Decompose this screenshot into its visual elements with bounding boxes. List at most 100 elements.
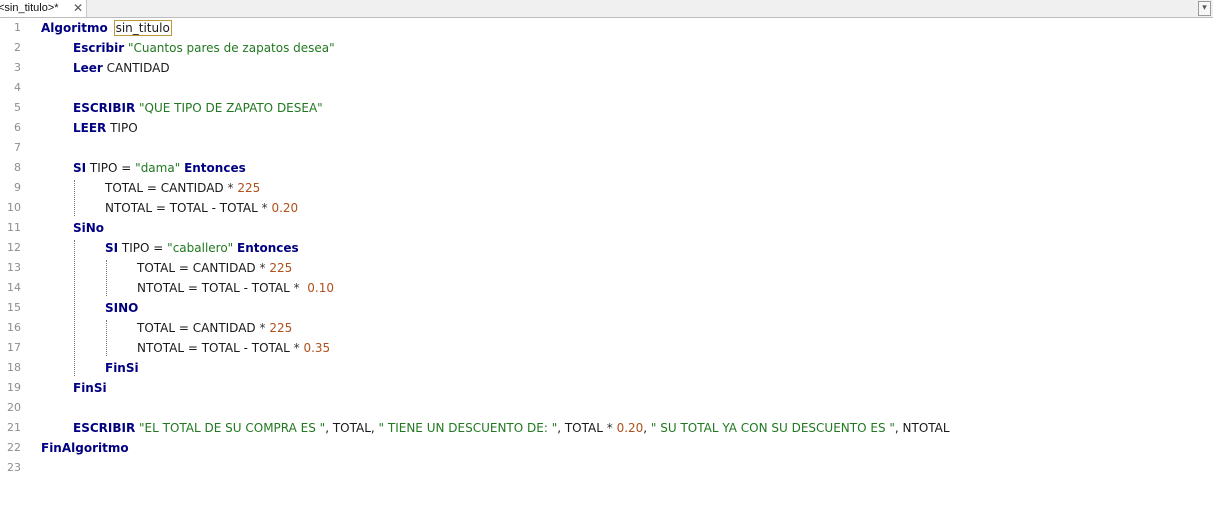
- line-text: FinSi: [105, 358, 139, 378]
- line-number: 14: [7, 281, 21, 294]
- token-num: 0.20: [616, 421, 644, 435]
- close-icon[interactable]: ✕: [73, 0, 83, 16]
- line-number: 1: [14, 21, 21, 34]
- token-id: TIPO =: [118, 241, 168, 255]
- token-kw: Leer: [73, 61, 103, 75]
- token-num: 0.20: [271, 201, 299, 215]
- line-text: Leer CANTIDAD: [73, 58, 170, 78]
- line-number: 11: [7, 221, 21, 234]
- line-number: 3: [14, 61, 21, 74]
- line-text: SI TIPO = "caballero" Entonces: [105, 238, 299, 258]
- token-id: TIPO =: [86, 161, 136, 175]
- indent-guide: [74, 180, 75, 216]
- code-line[interactable]: 16 TOTAL = CANTIDAD * 225: [0, 318, 1213, 338]
- tab-bar: <sin_titulo>* ✕ ▾: [0, 0, 1213, 18]
- line-number: 20: [7, 401, 21, 414]
- token-kw: FinSi: [73, 381, 107, 395]
- token-id: NTOTAL = TOTAL - TOTAL: [137, 281, 294, 295]
- line-number: 2: [14, 41, 21, 54]
- code-line[interactable]: 20: [0, 398, 1213, 418]
- code-line[interactable]: 22 FinAlgoritmo: [0, 438, 1213, 458]
- code-line[interactable]: 23: [0, 458, 1213, 478]
- line-text: TOTAL = CANTIDAD * 225: [105, 178, 260, 198]
- token-title-id: sin_titulo: [113, 20, 172, 36]
- line-text: NTOTAL = TOTAL - TOTAL * 0.10: [137, 278, 334, 298]
- token-str: " TIENE UN DESCUENTO DE: ": [378, 421, 558, 435]
- token-kw: SI: [105, 241, 119, 255]
- code-line[interactable]: 1 Algoritmo sin_titulo: [0, 18, 1213, 38]
- token-num: 225: [237, 181, 261, 195]
- token-str: " SU TOTAL YA CON SU DESCUENTO ES ": [650, 421, 895, 435]
- token-kw: Algoritmo: [41, 21, 108, 35]
- code-line[interactable]: 21 ESCRIBIR "EL TOTAL DE SU COMPRA ES ", …: [0, 418, 1213, 438]
- line-number: 5: [14, 101, 21, 114]
- code-line[interactable]: 3 Leer CANTIDAD: [0, 58, 1213, 78]
- line-number: 21: [7, 421, 21, 434]
- tab-list-dropdown-icon[interactable]: ▾: [1198, 1, 1211, 16]
- line-number: 16: [7, 321, 21, 334]
- token-id: ,: [643, 421, 651, 435]
- code-line[interactable]: 2 Escribir "Cuantos pares de zapatos dese…: [0, 38, 1213, 58]
- line-number: 15: [7, 301, 21, 314]
- token-kw: LEER: [73, 121, 107, 135]
- token-kw: FinAlgoritmo: [41, 441, 129, 455]
- code-line[interactable]: 4: [0, 78, 1213, 98]
- line-number: 18: [7, 361, 21, 374]
- line-text: ESCRIBIR "QUE TIPO DE ZAPATO DESEA": [73, 98, 323, 118]
- line-number: 17: [7, 341, 21, 354]
- code-line[interactable]: 15 SINO: [0, 298, 1213, 318]
- line-text: ESCRIBIR "EL TOTAL DE SU COMPRA ES ", TO…: [73, 418, 950, 438]
- line-text: TOTAL = CANTIDAD * 225: [137, 318, 292, 338]
- line-number: 22: [7, 441, 21, 454]
- token-kw: ESCRIBIR: [73, 421, 136, 435]
- line-number: 6: [14, 121, 21, 134]
- line-number: 4: [14, 81, 21, 94]
- token-id: , TOTAL,: [325, 421, 379, 435]
- token-str: "QUE TIPO DE ZAPATO DESEA": [139, 101, 323, 115]
- line-number: 9: [14, 181, 21, 194]
- line-number: 12: [7, 241, 21, 254]
- code-line[interactable]: 6 LEER TIPO: [0, 118, 1213, 138]
- indent-guide: [106, 320, 107, 356]
- code-line[interactable]: 14 NTOTAL = TOTAL - TOTAL * 0.10: [0, 278, 1213, 298]
- line-number: 23: [7, 461, 21, 474]
- line-text: SiNo: [73, 218, 104, 238]
- code-line[interactable]: 17 NTOTAL = TOTAL - TOTAL * 0.35: [0, 338, 1213, 358]
- token-id: NTOTAL = TOTAL - TOTAL: [137, 341, 294, 355]
- code-line[interactable]: 13 TOTAL = CANTIDAD * 225: [0, 258, 1213, 278]
- code-line[interactable]: 11 SiNo: [0, 218, 1213, 238]
- line-text: SINO: [105, 298, 138, 318]
- code-line[interactable]: 7: [0, 138, 1213, 158]
- token-id: TOTAL = CANTIDAD: [137, 321, 260, 335]
- line-number: 10: [7, 201, 21, 214]
- token-num: 225: [269, 261, 293, 275]
- code-line[interactable]: 9 TOTAL = CANTIDAD * 225: [0, 178, 1213, 198]
- token-num: 225: [269, 321, 293, 335]
- code-line[interactable]: 18 FinSi: [0, 358, 1213, 378]
- line-text: TOTAL = CANTIDAD * 225: [137, 258, 292, 278]
- line-text: NTOTAL = TOTAL - TOTAL * 0.20: [105, 198, 298, 218]
- code-line[interactable]: 5 ESCRIBIR "QUE TIPO DE ZAPATO DESEA": [0, 98, 1213, 118]
- code-line[interactable]: 10 NTOTAL = TOTAL - TOTAL * 0.20: [0, 198, 1213, 218]
- line-text: LEER TIPO: [73, 118, 138, 138]
- token-kw: Entonces: [237, 241, 299, 255]
- indent-guide: [106, 260, 107, 296]
- token-id: CANTIDAD: [102, 61, 170, 75]
- token-id: , NTOTAL: [894, 421, 950, 435]
- token-str: "dama": [135, 161, 181, 175]
- token-str: "caballero": [167, 241, 234, 255]
- token-id: TOTAL = CANTIDAD: [137, 261, 260, 275]
- line-number: 7: [14, 141, 21, 154]
- code-editor[interactable]: 1 Algoritmo sin_titulo 2 Escribir "Cuantos …: [0, 18, 1213, 512]
- code-line[interactable]: 12 SI TIPO = "caballero" Entonces: [0, 238, 1213, 258]
- token-kw: Entonces: [184, 161, 246, 175]
- line-text: Escribir "Cuantos pares de zapatos desea…: [73, 38, 335, 58]
- line-number: 19: [7, 381, 21, 394]
- token-kw: Escribir: [73, 41, 125, 55]
- token-num: 0.35: [303, 341, 331, 355]
- code-line[interactable]: 8 SI TIPO = "dama" Entonces: [0, 158, 1213, 178]
- line-text: FinSi: [73, 378, 107, 398]
- code-line[interactable]: 19 FinSi: [0, 378, 1213, 398]
- token-str: "EL TOTAL DE SU COMPRA ES ": [139, 421, 326, 435]
- tab-sin-titulo[interactable]: <sin_titulo>* ✕: [0, 0, 87, 17]
